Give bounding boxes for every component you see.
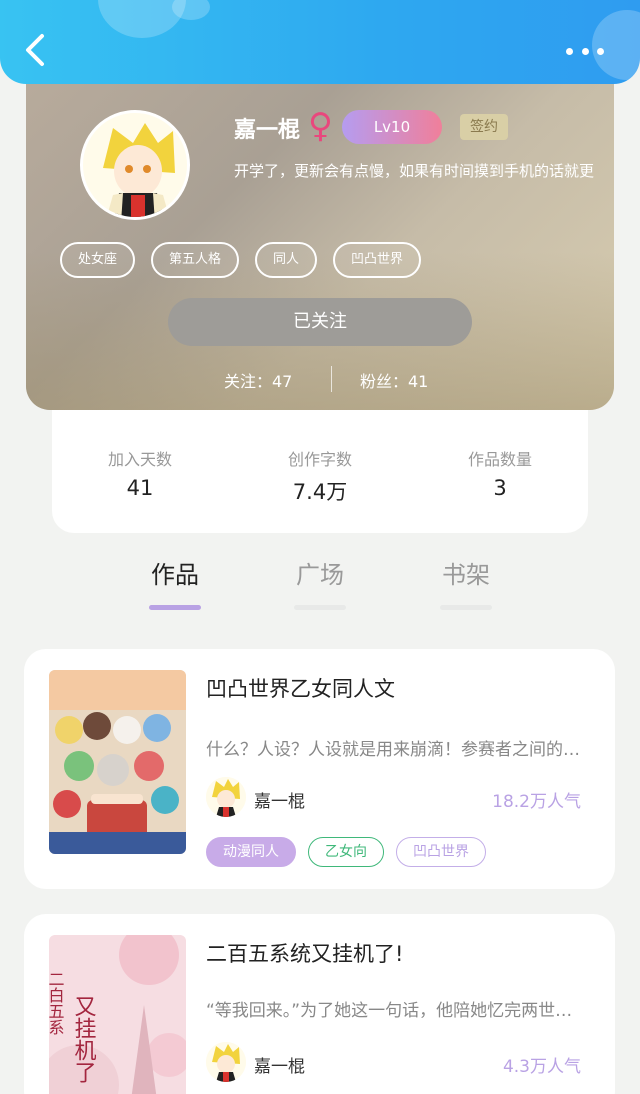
- stat-value: 7.4万: [292, 480, 348, 504]
- username: 嘉一棍: [234, 118, 301, 143]
- cover-title-part: 二白五系: [49, 971, 65, 1035]
- tab-label: 书架: [442, 561, 490, 589]
- profile-header: 嘉一棍 ♀ Lv10 签约 开学了，更新会有点慢，如果有时间摸到手机的话就更 处…: [26, 72, 614, 410]
- book-tag[interactable]: 乙女向: [308, 837, 384, 867]
- signed-badge: 签约: [460, 114, 508, 140]
- tab-bookshelf[interactable]: 书架: [426, 555, 506, 610]
- author-name: 嘉一棍: [254, 1057, 305, 1077]
- stat-value: 3: [493, 476, 507, 500]
- book-title[interactable]: 二百五系统又挂机了!: [206, 938, 403, 968]
- stat-label: 作品数量: [467, 450, 532, 469]
- avatar[interactable]: [80, 110, 190, 220]
- popularity-count: 4.3万人气: [502, 1057, 581, 1077]
- tab-label: 作品: [151, 561, 199, 589]
- back-arrow-icon: [26, 34, 44, 66]
- book-tag[interactable]: 凹凸世界: [396, 837, 486, 867]
- follow-counts: 关注：47 粉丝：41: [26, 366, 614, 396]
- book-description: “等我回来。”为了她这一句话，他陪她忆完两世…: [206, 1001, 573, 1021]
- author-avatar: [206, 1042, 246, 1082]
- tag-item[interactable]: 同人: [255, 242, 318, 278]
- stat-label: 创作字数: [287, 450, 352, 469]
- tab-bar: 作品 广场 书架: [0, 545, 640, 615]
- tab-plaza[interactable]: 广场: [280, 555, 360, 610]
- book-title[interactable]: 凹凸世界乙女同人文: [206, 673, 395, 703]
- tag-item[interactable]: 处女座: [60, 242, 136, 278]
- cover-title-part: 又挂机了: [71, 995, 97, 1083]
- tab-indicator: [294, 605, 346, 610]
- book-tags: 动漫同人 乙女向 凹凸世界: [206, 837, 486, 867]
- tag-item[interactable]: 凹凸世界: [333, 242, 422, 278]
- level-badge: Lv10: [342, 110, 442, 144]
- more-dots-icon: [566, 47, 573, 55]
- stat-work-count: 作品数量 3: [430, 446, 570, 500]
- more-button[interactable]: [560, 36, 610, 66]
- book-card[interactable]: 凹凸世界乙女同人文 什么？人设？人设就是用来崩滴！参赛者之间的… 嘉一棍 18.…: [24, 649, 615, 889]
- stat-word-count: 创作字数 7.4万: [250, 446, 390, 506]
- author-avatar: [206, 777, 246, 817]
- top-bar: [0, 0, 640, 84]
- book-card[interactable]: 二白五系 又挂机了 二百五系统又挂机了! “等我回来。”为了她这一句话，他陪她忆…: [24, 914, 615, 1094]
- author-name: 嘉一棍: [254, 792, 305, 812]
- stat-join-days: 加入天数 41: [70, 446, 210, 500]
- stat-value: 41: [126, 476, 154, 500]
- stats-card: 加入天数 41 创作字数 7.4万 作品数量 3: [52, 410, 588, 533]
- follow-button[interactable]: 已关注: [168, 298, 472, 346]
- female-gender-icon: ♀: [308, 106, 333, 146]
- more-dots-icon: [597, 47, 604, 55]
- book-cover[interactable]: [49, 670, 186, 854]
- tab-indicator: [149, 605, 201, 610]
- stat-label: 加入天数: [107, 450, 172, 469]
- followers-count[interactable]: 粉丝：41: [360, 368, 428, 392]
- following-count[interactable]: 关注：47: [224, 368, 292, 392]
- book-description: 什么？人设？人设就是用来崩滴！参赛者之间的…: [206, 740, 580, 760]
- book-cover[interactable]: 二白五系 又挂机了: [49, 935, 186, 1094]
- bio-text: 开学了，更新会有点慢，如果有时间摸到手机的话就更: [234, 162, 595, 180]
- tab-indicator: [440, 605, 492, 610]
- popularity-count: 18.2万人气: [492, 792, 581, 812]
- tab-works[interactable]: 作品: [135, 555, 215, 610]
- tab-label: 广场: [296, 561, 344, 589]
- profile-tags: 处女座 第五人格 同人 凹凸世界: [60, 242, 422, 278]
- back-button[interactable]: [18, 30, 54, 70]
- tag-item[interactable]: 第五人格: [151, 242, 240, 278]
- more-dots-icon: [581, 47, 589, 55]
- book-tag[interactable]: 动漫同人: [206, 837, 296, 867]
- divider: [331, 366, 332, 392]
